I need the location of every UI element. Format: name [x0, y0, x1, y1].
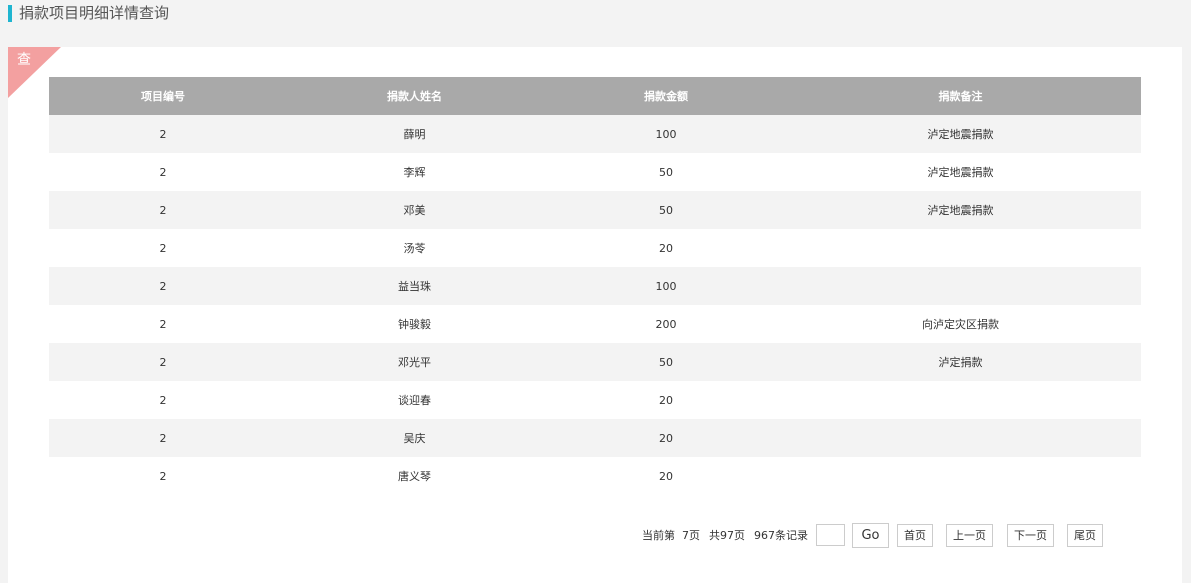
cell-project-id: 2	[49, 191, 277, 229]
title-accent-bar	[8, 4, 12, 22]
cell-remark	[780, 457, 1141, 495]
cell-project-id: 2	[49, 381, 277, 419]
cell-project-id: 2	[49, 343, 277, 381]
next-page-button[interactable]: 下一页	[1007, 523, 1054, 547]
table-row: 2 薛明 100 泸定地震捐款	[49, 115, 1141, 153]
cell-amount: 50	[552, 153, 780, 191]
table-header-row: 项目编号 捐款人姓名 捐款金额 捐款备注	[49, 77, 1141, 115]
cell-donor-name: 谈迎春	[277, 381, 552, 419]
cell-amount: 20	[552, 229, 780, 267]
cell-donor-name: 唐义琴	[277, 457, 552, 495]
column-header-remark: 捐款备注	[780, 77, 1141, 115]
table-row: 2 李辉 50 泸定地震捐款	[49, 153, 1141, 191]
total-records-text: 967条记录	[754, 529, 808, 542]
cell-project-id: 2	[49, 115, 277, 153]
cell-remark: 向泸定灾区捐款	[780, 305, 1141, 343]
corner-label: 查	[17, 52, 31, 68]
cell-amount: 50	[552, 191, 780, 229]
table-row: 2 唐义琴 20	[49, 457, 1141, 495]
cell-amount: 100	[552, 267, 780, 305]
query-panel: 查 项目编号 捐款人姓名 捐款金额 捐款备注 2 薛明 100 泸定地震捐款 2…	[8, 47, 1182, 583]
cell-donor-name: 吴庆	[277, 419, 552, 457]
cell-donor-name: 益当珠	[277, 267, 552, 305]
table-row: 2 邓光平 50 泸定捐款	[49, 343, 1141, 381]
cell-donor-name: 邓美	[277, 191, 552, 229]
cell-amount: 100	[552, 115, 780, 153]
go-button[interactable]: Go	[852, 522, 889, 548]
first-page-button[interactable]: 首页	[897, 523, 933, 547]
donation-detail-table: 项目编号 捐款人姓名 捐款金额 捐款备注 2 薛明 100 泸定地震捐款 2 李…	[49, 77, 1141, 495]
total-pages-text: 共97页	[709, 529, 745, 542]
table-row: 2 谈迎春 20	[49, 381, 1141, 419]
cell-remark	[780, 267, 1141, 305]
cell-project-id: 2	[49, 153, 277, 191]
cell-amount: 200	[552, 305, 780, 343]
page-title: 捐款项目明细详情查询	[19, 4, 170, 22]
cell-remark: 泸定捐款	[780, 343, 1141, 381]
column-header-project-id: 项目编号	[49, 77, 277, 115]
table-row: 2 益当珠 100	[49, 267, 1141, 305]
column-header-donor-name: 捐款人姓名	[277, 77, 552, 115]
cell-donor-name: 薛明	[277, 115, 552, 153]
cell-remark	[780, 381, 1141, 419]
cell-project-id: 2	[49, 267, 277, 305]
cell-amount: 20	[552, 381, 780, 419]
table-row: 2 邓美 50 泸定地震捐款	[49, 191, 1141, 229]
cell-amount: 20	[552, 457, 780, 495]
cell-remark	[780, 419, 1141, 457]
table-row: 2 钟骏毅 200 向泸定灾区捐款	[49, 305, 1141, 343]
cell-project-id: 2	[49, 419, 277, 457]
cell-donor-name: 钟骏毅	[277, 305, 552, 343]
cell-project-id: 2	[49, 305, 277, 343]
table-row: 2 汤苓 20	[49, 229, 1141, 267]
cell-remark: 泸定地震捐款	[780, 191, 1141, 229]
cell-donor-name: 李辉	[277, 153, 552, 191]
cell-remark: 泸定地震捐款	[780, 153, 1141, 191]
page-number-input[interactable]	[816, 524, 845, 546]
cell-amount: 20	[552, 419, 780, 457]
cell-project-id: 2	[49, 229, 277, 267]
current-page-text: 当前第 7页	[642, 529, 700, 542]
table-row: 2 吴庆 20	[49, 419, 1141, 457]
cell-remark	[780, 229, 1141, 267]
cell-remark: 泸定地震捐款	[780, 115, 1141, 153]
page-header: 捐款项目明细详情查询	[8, 3, 169, 23]
prev-page-button[interactable]: 上一页	[946, 523, 993, 547]
cell-donor-name: 邓光平	[277, 343, 552, 381]
pagination-info: 当前第 7页 共97页 967条记录	[642, 527, 808, 543]
cell-donor-name: 汤苓	[277, 229, 552, 267]
pagination: 当前第 7页 共97页 967条记录 Go 首页 上一页 下一页 尾页	[642, 522, 1103, 548]
cell-project-id: 2	[49, 457, 277, 495]
last-page-button[interactable]: 尾页	[1067, 523, 1103, 547]
column-header-amount: 捐款金额	[552, 77, 780, 115]
cell-amount: 50	[552, 343, 780, 381]
